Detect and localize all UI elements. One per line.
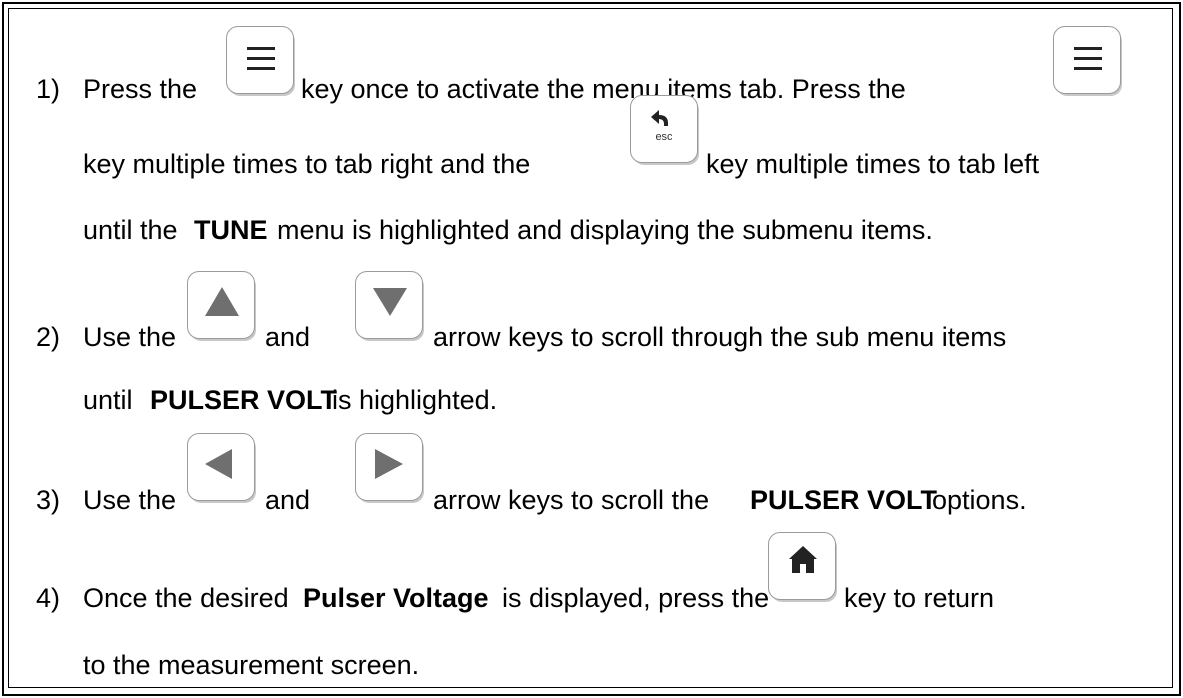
pulser-voltage-label: Pulser Voltage bbox=[303, 583, 489, 613]
step-1-text-c: key multiple times to tab right and the bbox=[83, 149, 531, 179]
step-4-number: 4) bbox=[36, 583, 61, 613]
step-4-text-a: Once the desired bbox=[83, 583, 289, 613]
step-3-text-c: arrow keys to scroll the bbox=[433, 485, 710, 515]
left-key[interactable] bbox=[187, 433, 255, 501]
step-2-text-a: Use the bbox=[83, 322, 177, 352]
hamburger-menu-icon bbox=[1074, 47, 1102, 70]
step-2-text-e: is highlighted. bbox=[332, 385, 498, 415]
step-1-number: 1) bbox=[36, 74, 61, 104]
home-key[interactable] bbox=[768, 532, 836, 600]
triangle-right-icon bbox=[375, 449, 403, 479]
home-icon bbox=[789, 546, 817, 573]
menu-key-2[interactable] bbox=[1053, 26, 1121, 94]
step-1-text-b: key once to activate the menu items tab.… bbox=[301, 74, 906, 104]
step-2-text-c: arrow keys to scroll through the sub men… bbox=[433, 322, 1007, 352]
triangle-up-icon bbox=[205, 287, 239, 316]
step-2-text-d: until bbox=[83, 385, 133, 415]
back-arrow-icon bbox=[651, 110, 668, 126]
step-3-number: 3) bbox=[36, 485, 61, 515]
tune-label: TUNE bbox=[194, 215, 268, 245]
menu-key[interactable] bbox=[226, 26, 294, 94]
step-4-text-d: to the measurement screen. bbox=[83, 650, 420, 680]
step-3-text-d: options. bbox=[932, 485, 1027, 515]
up-key[interactable] bbox=[187, 271, 255, 339]
step-3-text-b: and bbox=[265, 485, 311, 515]
step-4-text-c: key to return bbox=[844, 583, 995, 613]
step-2-text-b: and bbox=[265, 322, 311, 352]
step-3-text-a: Use the bbox=[83, 485, 177, 515]
step-1-text-f: menu is highlighted and displaying the s… bbox=[277, 215, 933, 245]
step-2-number: 2) bbox=[36, 322, 61, 352]
step-1-text-d: key multiple times to tab left bbox=[706, 149, 1040, 179]
right-key[interactable] bbox=[355, 433, 423, 501]
step-1-text-e: until the bbox=[83, 215, 178, 245]
step-1-text-a: Press the bbox=[83, 74, 198, 104]
down-key[interactable] bbox=[355, 271, 423, 339]
pulser-volt-label-2: PULSER VOLT bbox=[750, 485, 938, 515]
hamburger-menu-icon bbox=[247, 47, 275, 70]
triangle-left-icon bbox=[205, 449, 232, 479]
pulser-volt-label: PULSER VOLT bbox=[150, 385, 338, 415]
esc-key[interactable]: esc bbox=[630, 95, 698, 163]
step-4-text-b: is displayed, press the bbox=[502, 583, 770, 613]
esc-label: esc bbox=[655, 131, 673, 143]
triangle-down-icon bbox=[373, 288, 407, 316]
